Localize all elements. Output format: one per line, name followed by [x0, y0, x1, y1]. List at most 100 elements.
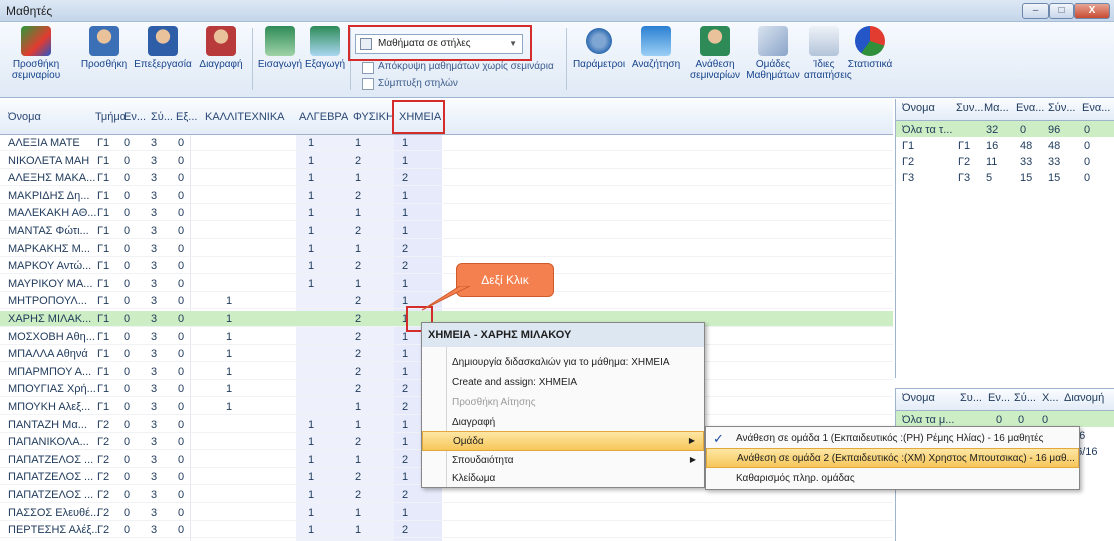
table-row[interactable]: ΠΑΣΣΟΣ Ελευθέ... Γ2 0 3 0 1 1 1	[0, 505, 893, 521]
menu-item-lock[interactable]: Κλείδωμα	[422, 469, 704, 489]
table-cell[interactable]: 1	[308, 471, 314, 483]
table-cell[interactable]: 2	[355, 348, 361, 360]
table-cell[interactable]: 3	[151, 331, 157, 343]
table-cell[interactable]: 1	[308, 454, 314, 466]
table-cell[interactable]: 0	[178, 489, 184, 501]
table-cell[interactable]: 1	[402, 366, 408, 378]
table-cell[interactable]: 0	[124, 366, 130, 378]
table-cell[interactable]: Γ1	[97, 155, 109, 167]
table-cell[interactable]: 3	[151, 243, 157, 255]
table-cell[interactable]: 1	[355, 524, 361, 536]
table-cell[interactable]: 3	[151, 401, 157, 413]
table-cell[interactable]: 0	[178, 137, 184, 149]
table-cell[interactable]: Γ1	[97, 207, 109, 219]
table-cell[interactable]: 1	[402, 436, 408, 448]
table-row[interactable]: Γ2 Γ2 11 33 33 0	[896, 153, 1114, 169]
table-cell[interactable]: 0	[124, 454, 130, 466]
table-cell[interactable]: 1	[355, 137, 361, 149]
table-cell[interactable]: ΠΑΠΑΤΖΕΛΟΣ ...	[8, 454, 93, 466]
table-cell[interactable]: 3	[151, 489, 157, 501]
table-row[interactable]: ΜΑΚΡΙΔΗΣ Δη... Γ1 0 3 0 1 2 1	[0, 188, 893, 204]
table-cell[interactable]: 3	[151, 278, 157, 290]
table-cell[interactable]: 1	[355, 454, 361, 466]
table-cell[interactable]: ΜΑΝΤΑΣ Φώτι...	[8, 225, 89, 237]
table-cell[interactable]: 1	[355, 207, 361, 219]
table-cell[interactable]: Γ1	[97, 366, 109, 378]
table-cell[interactable]: 2	[402, 489, 408, 501]
table-row[interactable]: Όλα τα μ... 0 0 0	[896, 411, 1114, 427]
table-cell[interactable]: 1	[402, 278, 408, 290]
table-cell[interactable]: 2	[402, 172, 408, 184]
close-button[interactable]: X	[1074, 3, 1110, 19]
table-cell[interactable]: 2	[355, 471, 361, 483]
table-cell[interactable]: ΠΕΡΤΕΣΗΣ Αλέξ...	[8, 524, 101, 536]
table-cell[interactable]: ΜΠΟΥΓΙΑΣ Χρή...	[8, 383, 96, 395]
table-cell[interactable]: 3	[151, 313, 157, 325]
table-row[interactable]: ΜΑΝΤΑΣ Φώτι... Γ1 0 3 0 1 2 1	[0, 223, 893, 239]
menu-item-create-assign[interactable]: Create and assign: ΧΗΜΕΙΑ	[422, 373, 704, 393]
table-cell[interactable]: Γ1	[97, 137, 109, 149]
submenu-item-clear-group[interactable]: Καθαρισμός πληρ. ομάδας	[706, 469, 1079, 489]
col-header[interactable]: ΚΑΛΛΙΤΕΧΝΙΚΑ	[205, 111, 285, 123]
table-cell[interactable]: 1	[355, 243, 361, 255]
table-cell[interactable]: 0	[178, 313, 184, 325]
table-cell[interactable]: 2	[355, 260, 361, 272]
col-header[interactable]: Ενα...	[1082, 102, 1110, 114]
table-cell[interactable]: Γ2	[97, 507, 109, 519]
table-cell[interactable]: 0	[178, 366, 184, 378]
table-cell[interactable]: 1	[308, 260, 314, 272]
col-header[interactable]: Ενα...	[1016, 102, 1044, 114]
col-header[interactable]: Όνομα	[902, 392, 935, 404]
table-cell[interactable]: 0	[124, 313, 130, 325]
table-cell[interactable]: 0	[178, 524, 184, 536]
menu-item-delete[interactable]: Διαγραφή	[422, 413, 704, 433]
col-header[interactable]: ΦΥΣΙΚΗ	[353, 111, 394, 123]
table-cell[interactable]: 2	[355, 295, 361, 307]
add-student-button[interactable]: Προσθήκη	[78, 26, 130, 70]
table-cell[interactable]: Γ1	[97, 383, 109, 395]
table-row[interactable]: ΜΑΡΚΑΚΗΣ Μ... Γ1 0 3 0 1 1 2	[0, 241, 893, 257]
table-cell[interactable]: Γ2	[97, 489, 109, 501]
table-cell[interactable]: 3	[151, 454, 157, 466]
table-cell[interactable]: 0	[124, 295, 130, 307]
table-cell[interactable]: 1	[226, 295, 232, 307]
table-cell[interactable]: 1	[308, 225, 314, 237]
collapse-columns-checkbox[interactable]	[362, 78, 374, 90]
table-cell[interactable]: ΜΑΛΕΚΑΚΗ ΑΘ...	[8, 207, 96, 219]
table-cell[interactable]: ΜΠΑΡΜΠΟΥ Α...	[8, 366, 91, 378]
table-cell[interactable]: 1	[308, 207, 314, 219]
import-button[interactable]: Εισαγωγή	[257, 26, 303, 70]
same-requirements-button[interactable]: Ίδιες απαιτήσεις	[804, 26, 852, 81]
table-cell[interactable]: 0	[178, 436, 184, 448]
table-cell[interactable]: 2	[355, 436, 361, 448]
table-cell[interactable]: 0	[124, 243, 130, 255]
table-cell[interactable]: ΠΑΠΑΤΖΕΛΟΣ ...	[8, 489, 93, 501]
col-header[interactable]: Σύ...	[1014, 392, 1036, 404]
table-cell[interactable]: 2	[355, 366, 361, 378]
table-cell[interactable]: 1	[308, 436, 314, 448]
table-row[interactable]: Όλα τα τ... 32 0 96 0	[896, 121, 1114, 137]
table-cell[interactable]: 1	[402, 331, 408, 343]
table-cell[interactable]: 0	[124, 348, 130, 360]
table-cell[interactable]: 2	[402, 243, 408, 255]
table-cell[interactable]: ΧΑΡΗΣ ΜΙΛΑΚ...	[8, 313, 91, 325]
table-cell[interactable]: 1	[355, 278, 361, 290]
table-cell[interactable]: 2	[355, 313, 361, 325]
table-row[interactable]: ΜΑΛΕΚΑΚΗ ΑΘ... Γ1 0 3 0 1 1 1	[0, 205, 893, 222]
table-cell[interactable]: ΠΑΠΑΤΖΕΛΟΣ ...	[8, 471, 93, 483]
table-cell[interactable]: 2	[355, 489, 361, 501]
col-header[interactable]: Συν...	[956, 102, 983, 114]
table-cell[interactable]: 1	[308, 489, 314, 501]
table-cell[interactable]: Γ1	[97, 331, 109, 343]
col-header[interactable]: Εν...	[988, 392, 1010, 404]
table-cell[interactable]: 0	[178, 295, 184, 307]
col-header[interactable]: Όνομα	[8, 111, 41, 123]
course-groups-button[interactable]: Ομάδες Μαθημάτων	[744, 26, 802, 81]
table-cell[interactable]: 0	[124, 190, 130, 202]
table-cell[interactable]: 0	[178, 207, 184, 219]
table-cell[interactable]: 1	[308, 507, 314, 519]
col-header[interactable]: Χ...	[1042, 392, 1059, 404]
table-cell[interactable]: 0	[124, 331, 130, 343]
table-cell[interactable]: ΜΟΣΧΟΒΗ Αθη...	[8, 331, 95, 343]
col-header[interactable]: Τμήμα	[95, 111, 126, 123]
